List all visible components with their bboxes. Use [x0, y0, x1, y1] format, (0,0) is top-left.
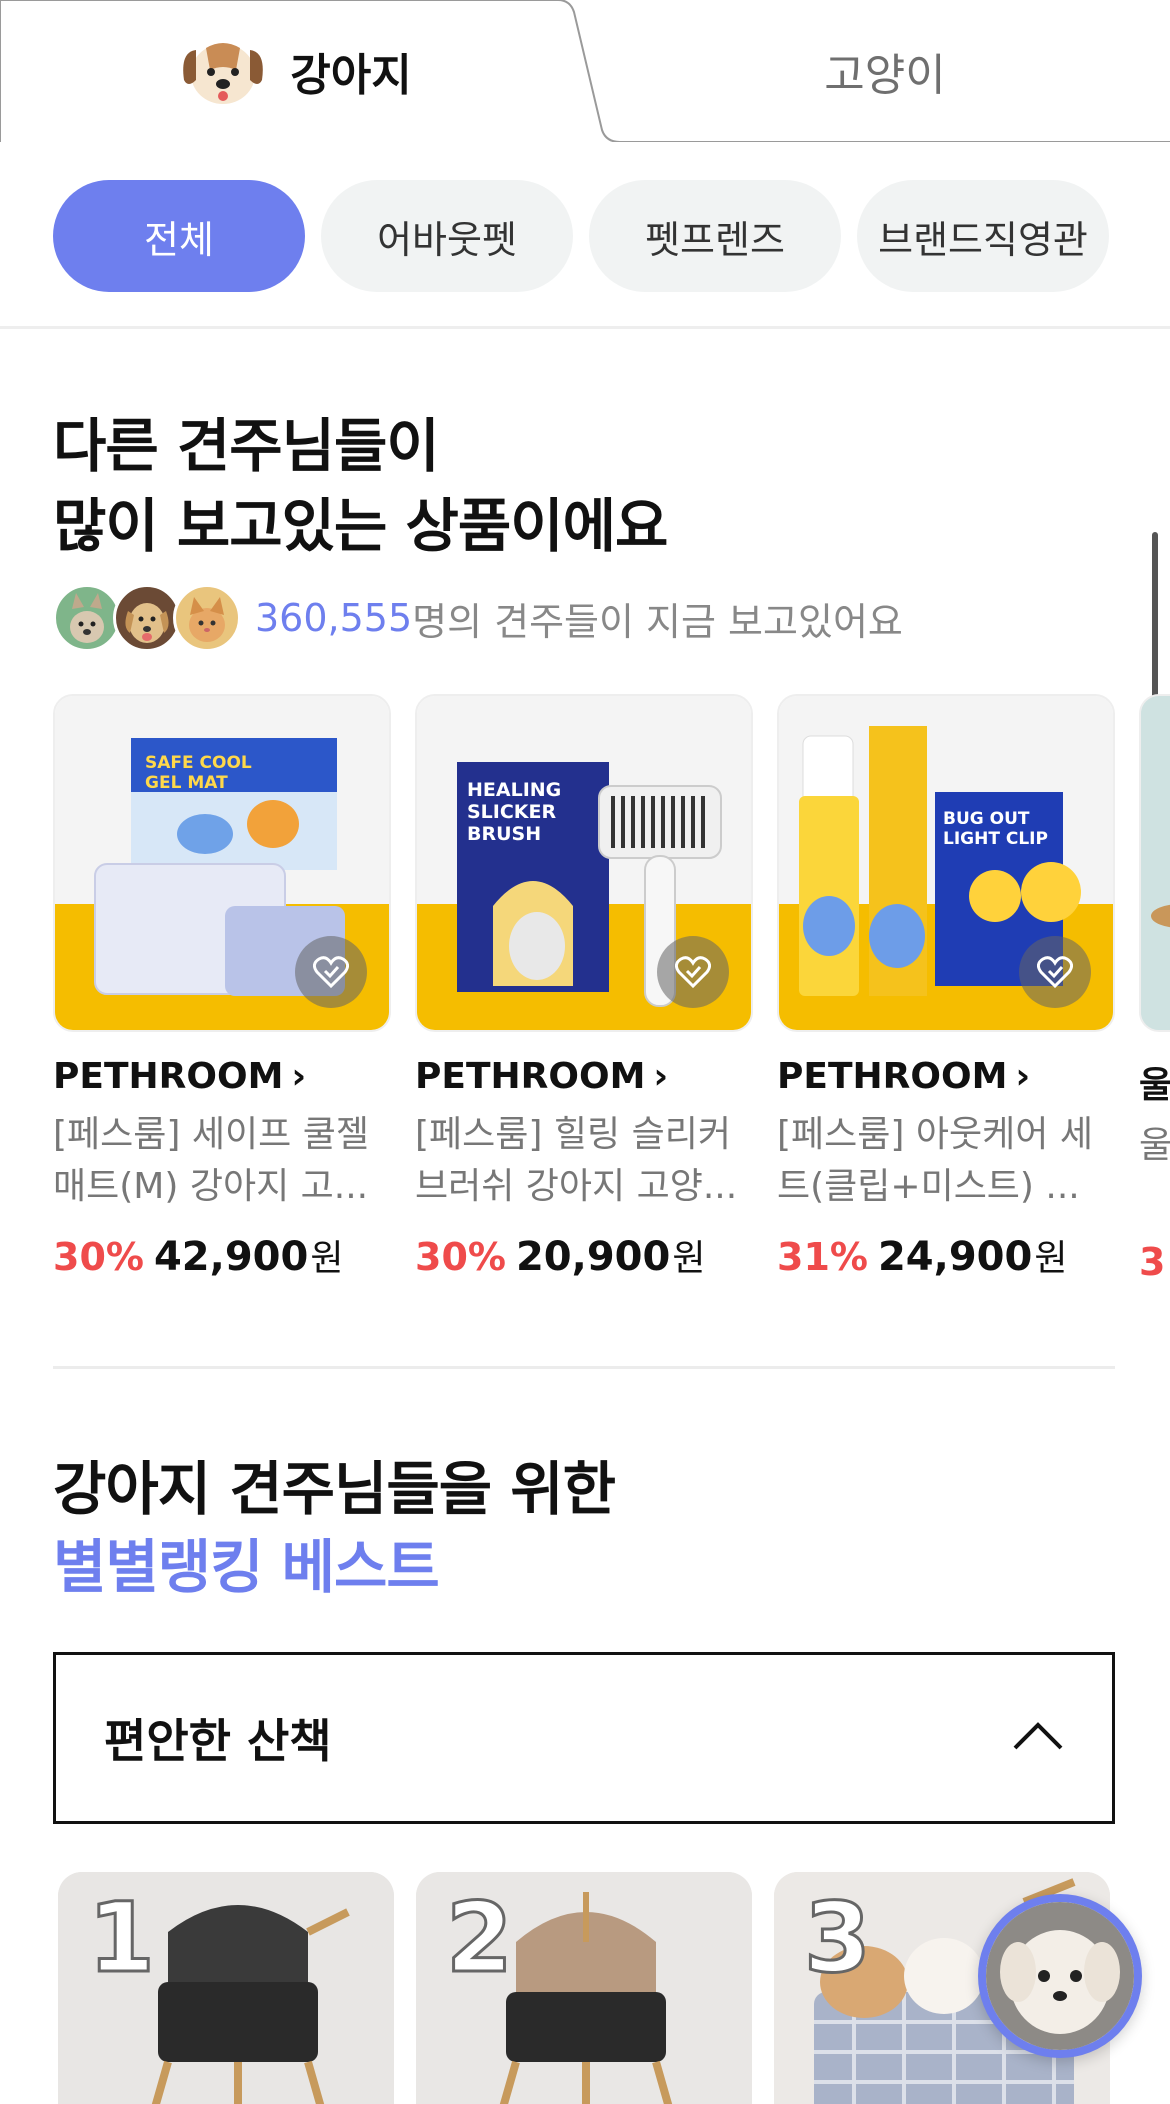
rank-number: 1	[87, 1881, 157, 1996]
divider	[0, 326, 1170, 329]
chevron-up-icon	[1012, 1721, 1064, 1755]
brand-name: PETHROOM	[53, 1056, 284, 1097]
brand-name: 울	[1139, 1065, 1170, 1106]
floating-pet-profile-button[interactable]	[978, 1894, 1142, 2058]
ranking-section-title: 강아지 견주님들을 위한 별별랭킹 베스트	[53, 1450, 616, 1606]
package-text: HEALING	[467, 779, 561, 801]
product-card[interactable]: 울 울양 3	[1139, 694, 1170, 1284]
wishlist-button[interactable]	[1019, 936, 1091, 1008]
price-row: 3	[1139, 1240, 1170, 1284]
viewer-count: 360,555	[255, 596, 413, 640]
divider	[53, 1366, 1115, 1369]
product-card[interactable]: BUG OUT LIGHT CLIP PETHROOM › [페스룸] 아웃케어 …	[777, 694, 1115, 1281]
product-image[interactable]: HEALING SLICKER BRUSH	[415, 694, 753, 1032]
brand-link[interactable]: PETHROOM ›	[53, 1056, 391, 1097]
avatar	[173, 584, 241, 652]
package-text: SAFE COOL	[145, 753, 252, 773]
dropdown-value: 편안한 산책	[104, 1714, 332, 1768]
pet-avatar-icon	[986, 1902, 1134, 2050]
brand-link[interactable]: PETHROOM ›	[777, 1056, 1115, 1097]
chevron-right-icon: ›	[653, 1056, 669, 1097]
product-name[interactable]: [페스룸] 힐링 슬리커 브러쉬 강아지 고양...	[415, 1109, 753, 1213]
discount-rate: 30%	[415, 1235, 506, 1279]
price: 24,900	[877, 1234, 1033, 1280]
package-text: SLICKER	[467, 801, 557, 823]
price-row: 31% 24,900 원	[777, 1229, 1115, 1281]
brand-name: PETHROOM	[415, 1056, 646, 1097]
avatar	[53, 584, 121, 652]
ranking-title-line2: 별별랭킹 베스트	[53, 1533, 440, 1601]
product-name[interactable]: 울양	[1139, 1120, 1170, 1224]
chip-brand-store[interactable]: 브랜드직영관	[857, 180, 1109, 292]
package-text: BUG OUT	[943, 809, 1030, 829]
product-image[interactable]: SAFE COOL GEL MAT	[53, 694, 391, 1032]
rank-number: 2	[445, 1881, 515, 1996]
package-text: BRUSH	[467, 823, 541, 845]
tab-cat-label: 고양이	[824, 50, 946, 101]
heart-check-icon	[675, 956, 711, 989]
price: 20,900	[515, 1234, 671, 1280]
viewer-count-row: 360,555 명의 견주들이 지금 보고있어요	[53, 584, 903, 652]
product-image[interactable]	[1139, 694, 1170, 1032]
popular-products-carousel[interactable]: SAFE COOL GEL MAT PETHROOM › [페스룸] 세이프 쿨젤…	[53, 694, 1170, 1294]
popular-section-title: 다른 견주님들이 많이 보고있는 상품이에요	[53, 406, 668, 566]
currency: 원	[672, 1238, 706, 1279]
product-image[interactable]: BUG OUT LIGHT CLIP	[777, 694, 1115, 1032]
avatar	[113, 584, 181, 652]
price-row: 30% 20,900 원	[415, 1229, 753, 1281]
heart-check-icon	[1037, 956, 1073, 989]
product-card[interactable]: HEALING SLICKER BRUSH PETHROOM › [페스룸] 힐링…	[415, 694, 753, 1281]
ranking-item[interactable]: 2	[416, 1872, 752, 2104]
viewer-avatars	[53, 584, 241, 652]
ranking-item[interactable]: 1	[58, 1872, 394, 2104]
brand-name: PETHROOM	[777, 1056, 1008, 1097]
product-name[interactable]: [페스룸] 세이프 쿨젤 매트(M) 강아지 고...	[53, 1109, 391, 1213]
chevron-right-icon: ›	[291, 1056, 307, 1097]
price-row: 30% 42,900 원	[53, 1229, 391, 1281]
discount-rate: 3	[1139, 1240, 1166, 1284]
currency: 원	[310, 1238, 344, 1279]
chevron-right-icon: ›	[1015, 1056, 1031, 1097]
brand-link[interactable]: PETHROOM ›	[415, 1056, 753, 1097]
tab-dog-label: 강아지	[290, 50, 412, 101]
viewer-count-suffix: 명의 견주들이 지금 보고있어요	[412, 599, 903, 644]
ranking-category-dropdown[interactable]: 편안한 산책	[53, 1652, 1115, 1824]
ranking-title-line1: 강아지 견주님들을 위한	[53, 1455, 616, 1523]
heart-check-icon	[313, 956, 349, 989]
package-text: LIGHT CLIP	[943, 829, 1048, 849]
chip-all[interactable]: 전체	[53, 180, 305, 292]
rank-number: 3	[803, 1881, 873, 1996]
product-card[interactable]: SAFE COOL GEL MAT PETHROOM › [페스룸] 세이프 쿨젤…	[53, 694, 391, 1281]
price: 42,900	[153, 1234, 309, 1280]
brand-link[interactable]: 울	[1139, 1056, 1170, 1108]
popular-title-line2: 많이 보고있는 상품이에요	[53, 492, 668, 560]
filter-chips: 전체 어바웃펫 펫프렌즈 브랜드직영관	[53, 180, 1109, 292]
chip-aboutpet[interactable]: 어바웃펫	[321, 180, 573, 292]
product-name[interactable]: [페스룸] 아웃케어 세트(클립+미스트) ...	[777, 1109, 1115, 1213]
dog-face-icon	[178, 30, 268, 112]
wishlist-button[interactable]	[657, 936, 729, 1008]
discount-rate: 31%	[777, 1235, 868, 1279]
chip-petfriends[interactable]: 펫프렌즈	[589, 180, 841, 292]
animal-tabs: 강아지 고양이	[0, 0, 1170, 142]
currency: 원	[1034, 1238, 1068, 1279]
discount-rate: 30%	[53, 1235, 144, 1279]
tab-dog[interactable]: 강아지	[0, 0, 590, 142]
popular-title-line1: 다른 견주님들이	[53, 412, 440, 480]
tab-cat[interactable]: 고양이	[600, 0, 1170, 142]
package-text: GEL MAT	[145, 773, 228, 793]
wishlist-button[interactable]	[295, 936, 367, 1008]
